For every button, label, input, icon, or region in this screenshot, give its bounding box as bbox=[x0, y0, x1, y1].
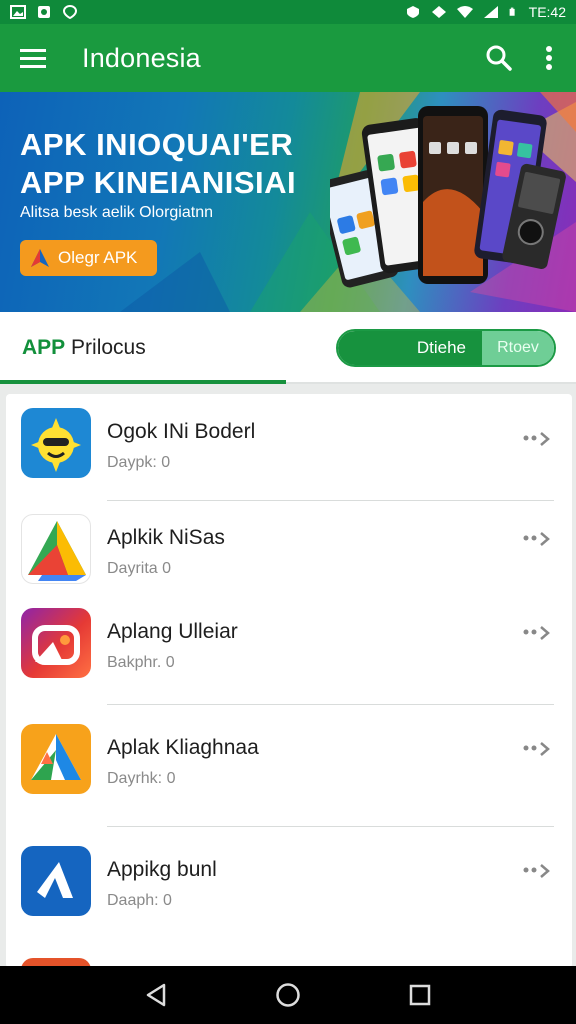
gallery-icon bbox=[10, 5, 26, 19]
list-item[interactable]: Aplkik NiSas Dayrita 0 bbox=[6, 514, 572, 606]
tab-indicator bbox=[0, 380, 286, 384]
signal-icon bbox=[483, 6, 498, 18]
search-button[interactable] bbox=[474, 24, 524, 92]
app-bar: Indonesia bbox=[0, 24, 576, 92]
app-logo-icon bbox=[31, 249, 49, 267]
more-vert-icon bbox=[546, 46, 552, 70]
tabs-strip: APP Prilocus Dtiehe Rtoev bbox=[0, 312, 576, 384]
back-icon bbox=[146, 983, 166, 1007]
list-item[interactable]: Appikg bunl Daaph: 0 bbox=[6, 846, 572, 938]
app-name: Ogok INi Boderl bbox=[107, 420, 256, 443]
banner-subtitle: Alitsa besk aelik Olorgiatnn bbox=[20, 204, 213, 221]
recents-icon bbox=[409, 984, 431, 1006]
app-meta: Daypk: 0 bbox=[107, 454, 171, 471]
sun-character-icon bbox=[21, 408, 91, 478]
tab-label-part1: APP bbox=[22, 336, 66, 359]
vpn-icon bbox=[406, 6, 419, 18]
more-options-icon[interactable] bbox=[522, 862, 552, 882]
search-icon bbox=[486, 45, 512, 71]
tab-app-populer[interactable]: APP Prilocus bbox=[22, 336, 146, 360]
list-divider bbox=[107, 500, 554, 501]
list-item[interactable]: Aplang Ulleiar Bakphr. 0 bbox=[6, 608, 572, 704]
list-item[interactable]: Ogok INi Boderl Daypk: 0 bbox=[6, 408, 572, 500]
more-options-icon[interactable] bbox=[522, 624, 552, 644]
drive-triangle-icon bbox=[21, 724, 91, 794]
status-time: TE:42 bbox=[528, 4, 566, 20]
banner-cta-label: Olegr APK bbox=[58, 248, 138, 267]
system-nav-bar bbox=[0, 966, 576, 1024]
app-name: Appikg bunl bbox=[107, 858, 217, 881]
battery-icon bbox=[509, 7, 515, 16]
app-meta: Daaph: 0 bbox=[107, 892, 172, 909]
square-notification-icon bbox=[38, 6, 50, 18]
wifi-icon bbox=[456, 6, 473, 18]
app-list: Ogok INi Boderl Daypk: 0 Aplkik NiSas Da… bbox=[6, 394, 572, 968]
segment-active[interactable]: Dtiehe bbox=[338, 331, 482, 365]
triangle-colorful-icon bbox=[21, 514, 91, 584]
promo-banner[interactable]: APK INIOQUAI'ER APP KINEIANISIAI Alitsa … bbox=[0, 92, 576, 312]
arrow-blue-icon bbox=[21, 846, 91, 916]
more-options-icon[interactable] bbox=[522, 430, 552, 450]
menu-icon bbox=[20, 49, 46, 68]
list-item[interactable]: Aplak Kliaghnaa Dayrhk: 0 bbox=[6, 724, 572, 816]
recents-button[interactable] bbox=[402, 977, 438, 1013]
home-button[interactable] bbox=[270, 977, 306, 1013]
banner-headline-line-1: APK INIOQUAI'ER bbox=[20, 127, 294, 162]
app-meta: Dayrhk: 0 bbox=[107, 770, 176, 787]
shield-icon bbox=[62, 5, 78, 19]
segment-inactive[interactable]: Rtoev bbox=[482, 331, 554, 365]
status-bar: TE:42 bbox=[0, 0, 576, 24]
camera-gradient-icon bbox=[21, 608, 91, 678]
banner-headline-line-2: APP KINEIANISIAI bbox=[20, 165, 297, 200]
phones-illustration bbox=[330, 106, 566, 288]
banner-headline: APK INIOQUAI'ER APP KINEIANISIAI bbox=[20, 126, 296, 202]
tab-label-part2: Prilocus bbox=[71, 336, 146, 359]
page-title: Indonesia bbox=[82, 42, 201, 73]
app-name: Aplkik NiSas bbox=[107, 526, 225, 549]
diamond-icon bbox=[431, 6, 446, 18]
overflow-menu-button[interactable] bbox=[524, 24, 574, 92]
back-button[interactable] bbox=[138, 977, 174, 1013]
menu-button[interactable] bbox=[0, 24, 66, 92]
app-name: Aplang Ulleiar bbox=[107, 620, 238, 643]
app-meta: Dayrita 0 bbox=[107, 560, 172, 577]
more-options-icon[interactable] bbox=[522, 530, 552, 550]
segment-toggle: Dtiehe Rtoev bbox=[336, 329, 556, 367]
app-name: Aplak Kliaghnaa bbox=[107, 736, 259, 759]
home-icon bbox=[276, 983, 300, 1007]
banner-cta-button[interactable]: Olegr APK bbox=[20, 240, 157, 276]
list-divider bbox=[107, 704, 554, 705]
list-divider bbox=[107, 826, 554, 827]
app-meta: Bakphr. 0 bbox=[107, 654, 175, 671]
more-options-icon[interactable] bbox=[522, 740, 552, 760]
